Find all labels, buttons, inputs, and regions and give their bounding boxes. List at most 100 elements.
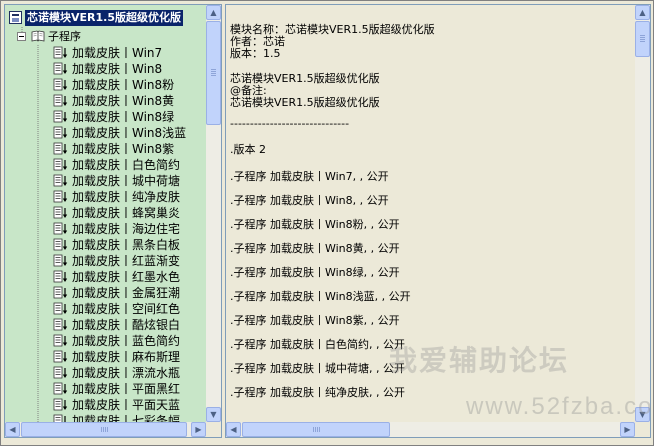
tree-item-label: 加载皮肤丨酷炫银白 [72,318,181,332]
subroutine-icon [53,190,68,203]
subroutine-icon [53,110,68,123]
module-icon [9,10,22,24]
subroutine-icon [53,350,68,363]
tree-item-label: 加载皮肤丨Win8黄 [72,94,175,108]
subroutine-icon [53,222,68,235]
tree-group-node[interactable]: 子程序 [17,29,81,45]
subroutine-declaration-line: .子程序 加载皮肤丨白色简约, , 公开 [230,338,405,351]
detail-scroll-thumb[interactable] [635,21,650,57]
tree-item-subroutine[interactable]: 加载皮肤丨空间红色 [53,301,180,317]
tree-item-label: 加载皮肤丨Win8粉 [72,78,175,92]
tree-item-subroutine[interactable]: 加载皮肤丨Win8绿 [53,109,174,125]
tree-item-label: 加载皮肤丨麻布斯理 [72,350,181,364]
tree-horizontal-scrollbar[interactable]: ◀ ▶ [5,422,206,437]
subroutine-icon [53,142,68,155]
hscroll-thumb[interactable] [21,422,187,437]
subroutine-icon [53,286,68,299]
tree-item-label: 加载皮肤丨空间红色 [72,302,181,316]
tree-item-subroutine[interactable]: 加载皮肤丨平面天蓝 [53,397,180,413]
detail-scroll-left-button[interactable]: ◀ [226,422,241,437]
detail-scroll-up-button[interactable]: ▲ [635,5,650,20]
tree-item-subroutine[interactable]: 加载皮肤丨Win8 [53,61,162,77]
tree-item-label: 加载皮肤丨蓝色简约 [72,334,181,348]
subroutine-icon [53,318,68,331]
tree-item-label: 加载皮肤丨黑条白板 [72,238,181,252]
watermark-forum-name: 我爱辅助论坛 [389,344,570,377]
tree-item-subroutine[interactable]: 加载皮肤丨Win8紫 [53,141,174,157]
subroutine-icon [53,382,68,395]
tree-item-subroutine[interactable]: 加载皮肤丨七彩条幅 [53,413,180,422]
version-directive: .版本 2 [230,143,266,156]
tree-item-subroutine[interactable]: 加载皮肤丨纯净皮肤 [53,189,180,205]
subroutine-declaration-line: .子程序 加载皮肤丨Win8, , 公开 [230,194,389,207]
tree-item-label: 加载皮肤丨红墨水色 [72,270,181,284]
tree-item-subroutine[interactable]: 加载皮肤丨麻布斯理 [53,349,180,365]
subroutine-declaration-line: .子程序 加载皮肤丨Win8浅蓝, , 公开 [230,290,411,303]
module-viewer-window: 芯诺模块VER1.5版超级优化版 子程序 加载皮肤丨Win7 加载皮肤丨Win8 加… [0,0,654,446]
tree-item-subroutine[interactable]: 加载皮肤丨Win7 [53,45,162,61]
tree-item-subroutine[interactable]: 加载皮肤丨红墨水色 [53,269,180,285]
tree-viewport: 芯诺模块VER1.5版超级优化版 子程序 加载皮肤丨Win7 加载皮肤丨Win8 加… [5,5,206,422]
detail-scroll-corner [635,422,650,437]
tree-item-subroutine[interactable]: 加载皮肤丨Win8浅蓝 [53,125,186,141]
tree-item-label: 加载皮肤丨Win8 [72,62,163,76]
tree-item-subroutine[interactable]: 加载皮肤丨漂流水瓶 [53,365,180,381]
tree-root-node[interactable]: 芯诺模块VER1.5版超级优化版 [9,10,183,26]
tree-item-label: 加载皮肤丨蜂窝巢炎 [72,206,181,220]
tree-item-label: 加载皮肤丨七彩条幅 [72,414,181,422]
tree-item-subroutine[interactable]: 加载皮肤丨酷炫银白 [53,317,180,333]
subroutine-icon [53,302,68,315]
tree-item-subroutine[interactable]: 加载皮肤丨黑条白板 [53,237,180,253]
tree-item-subroutine[interactable]: 加载皮肤丨城中荷塘 [53,173,180,189]
tree-item-label: 加载皮肤丨平面黑红 [72,382,181,396]
scroll-left-button[interactable]: ◀ [5,422,20,437]
tree-item-subroutine[interactable]: 加载皮肤丨Win8黄 [53,93,174,109]
subroutine-icon [53,238,68,251]
collapse-icon[interactable] [17,31,26,41]
detail-vertical-scrollbar[interactable]: ▲ ▼ [635,5,650,422]
tree-item-label: 加载皮肤丨Win8绿 [72,110,175,124]
tree-item-subroutine[interactable]: 加载皮肤丨蜂窝巢炎 [53,205,180,221]
tree-item-label: 加载皮肤丨Win7 [72,46,163,60]
scroll-up-button[interactable]: ▲ [206,5,221,20]
tree-item-subroutine[interactable]: 加载皮肤丨海边住宅 [53,221,180,237]
scroll-down-button[interactable]: ▼ [206,407,221,422]
subroutine-declaration-line: .子程序 加载皮肤丨Win8粉, , 公开 [230,218,400,231]
scroll-thumb[interactable] [206,21,221,125]
subroutine-icon [53,78,68,91]
subroutine-icon [53,414,66,422]
tree-item-label: 加载皮肤丨纯净皮肤 [72,190,181,204]
tree-vertical-scrollbar[interactable]: ▲ ▼ [206,5,221,422]
scroll-corner [206,422,221,437]
tree-item-subroutine[interactable]: 加载皮肤丨金属狂潮 [53,285,180,301]
tree-item-subroutine[interactable]: 加载皮肤丨平面黑红 [53,381,180,397]
tree-item-subroutine[interactable]: 加载皮肤丨红蓝渐变 [53,253,180,269]
module-tree[interactable]: 芯诺模块VER1.5版超级优化版 子程序 加载皮肤丨Win7 加载皮肤丨Win8 加… [4,4,222,438]
tree-item-label: 加载皮肤丨城中荷塘 [72,174,181,188]
subroutine-icon [53,126,68,139]
book-icon [31,30,45,42]
tree-item-label: 加载皮肤丨金属狂潮 [72,286,181,300]
subroutine-declaration-line: .子程序 加载皮肤丨Win8紫, , 公开 [230,314,400,327]
subroutine-icon [53,94,68,107]
tree-item-label: 加载皮肤丨平面天蓝 [72,398,181,412]
tree-root-label: 芯诺模块VER1.5版超级优化版 [25,10,183,26]
detail-hscroll-thumb[interactable] [242,422,390,437]
tree-item-subroutine[interactable]: 加载皮肤丨蓝色简约 [53,333,180,349]
scroll-right-button[interactable]: ▶ [191,422,206,437]
subroutine-icon [53,46,68,59]
subroutine-icon [53,158,68,171]
tree-item-label: 加载皮肤丨白色简约 [72,158,181,172]
subroutine-icon [53,270,68,283]
subroutine-declaration-line: .子程序 加载皮肤丨Win8黄, , 公开 [230,242,400,255]
subroutine-declaration-line: .子程序 加载皮肤丨Win8绿, , 公开 [230,266,400,279]
tree-item-label: 加载皮肤丨Win8浅蓝 [72,126,187,140]
subroutine-icon [53,62,68,75]
detail-scroll-right-button[interactable]: ▶ [620,422,635,437]
watermark-url: www.52fzba.com [466,393,654,420]
tree-group-label: 子程序 [48,30,81,43]
detail-horizontal-scrollbar[interactable]: ◀ ▶ [226,422,635,437]
tree-item-subroutine[interactable]: 加载皮肤丨白色简约 [53,157,180,173]
tree-item-subroutine[interactable]: 加载皮肤丨Win8粉 [53,77,174,93]
subroutine-icon [53,366,68,379]
